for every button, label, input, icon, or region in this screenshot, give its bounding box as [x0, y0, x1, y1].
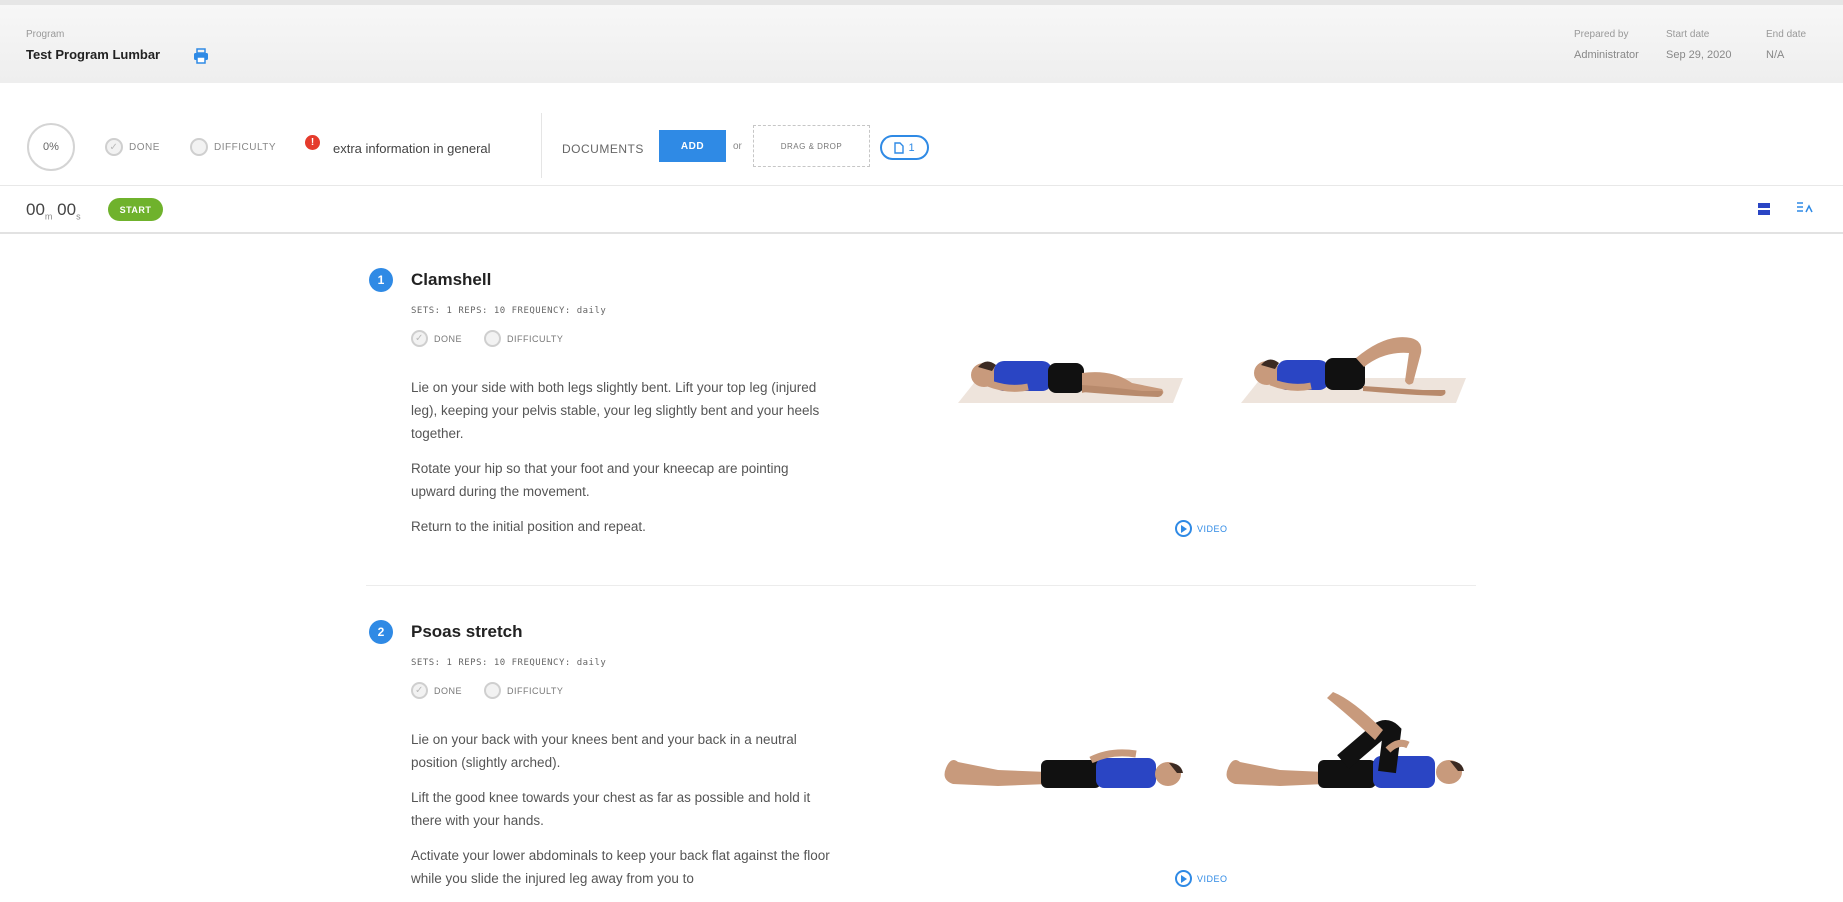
difficulty-icon [190, 138, 208, 156]
program-status-bar: 0% ✓ DONE DIFFICULTY ! extra information… [0, 83, 1843, 186]
exercise-illustration-start [944, 749, 1183, 788]
exercise-title: Clamshell [411, 270, 492, 289]
video-label: VIDEO [1197, 873, 1228, 884]
exercise-title: Psoas stretch [411, 622, 523, 641]
timer-minutes: 00 [26, 200, 45, 219]
done-label: DONE [434, 333, 463, 344]
timer-display: 00m 00s [26, 200, 81, 221]
grid-view-icon[interactable] [1795, 200, 1815, 216]
play-circle-icon [1175, 520, 1192, 537]
start-timer-button[interactable]: START [108, 198, 163, 221]
program-label: Program [26, 29, 65, 40]
difficulty-icon [484, 330, 502, 347]
play-circle-icon [1175, 870, 1192, 887]
timer-seconds-unit: s [76, 211, 81, 222]
add-document-button[interactable]: ADD [659, 130, 726, 162]
difficulty-label: DIFFICULTY [507, 333, 564, 344]
document-count: 1 [908, 141, 915, 154]
video-link[interactable]: VIDEO [1175, 870, 1228, 887]
end-date-label: End date [1766, 29, 1807, 40]
program-name: Test Program Lumbar [26, 47, 161, 62]
check-icon: ✓ [105, 138, 123, 156]
prepared-by-label: Prepared by [1574, 29, 1629, 40]
difficulty-icon [484, 682, 502, 699]
drag-drop-zone[interactable]: DRAG & DROP [753, 125, 870, 167]
exercise-done-toggle[interactable]: ✓ DONE [411, 682, 462, 699]
difficulty-label: DIFFICULTY [214, 141, 277, 153]
description-paragraph: Rotate your hip so that your foot and yo… [411, 461, 789, 499]
exercise-number: 2 [369, 620, 393, 644]
exercise-illustration-end [1241, 337, 1466, 403]
description-paragraph: Lift the good knee towards your chest as… [411, 790, 811, 828]
description-paragraph: Lie on your side with both legs slightly… [411, 380, 820, 441]
program-done-toggle[interactable]: ✓ DONE [105, 138, 160, 156]
exercise-checks: ✓ DONE DIFFICULTY [411, 682, 563, 699]
exercise-illustration-start [958, 361, 1183, 403]
documents-label: DOCUMENTS [562, 142, 644, 156]
start-date-value: Sep 29, 2020 [1666, 49, 1732, 61]
timer-bar: 00m 00s START [0, 186, 1843, 234]
exercise-separator [366, 585, 1476, 586]
document-count-badge[interactable]: 1 [880, 135, 929, 160]
exercise-description: Lie on your back with your knees bent an… [411, 728, 836, 902]
timer-seconds: 00 [57, 200, 77, 219]
end-date-value: N/A [1766, 49, 1785, 61]
exercise-done-toggle[interactable]: ✓ DONE [411, 330, 462, 347]
list-view-icon[interactable] [1757, 201, 1771, 217]
alert-icon: ! [305, 135, 320, 150]
exercise-meta: SETS: 1 REPS: 10 FREQUENCY: daily [411, 306, 607, 316]
prepared-by-value: Administrator [1574, 49, 1639, 61]
program-header: Program Test Program Lumbar Prepared by … [0, 0, 1843, 83]
exercise-difficulty-toggle[interactable]: DIFFICULTY [484, 330, 563, 347]
program-difficulty-toggle[interactable]: DIFFICULTY [190, 138, 276, 156]
description-paragraph: Lie on your back with your knees bent an… [411, 732, 797, 770]
divider [541, 113, 542, 178]
extra-info-text: extra information in general [333, 141, 491, 156]
check-icon: ✓ [411, 330, 428, 347]
exercise-number: 1 [369, 268, 393, 292]
exercise-description: Lie on your side with both legs slightly… [411, 376, 836, 550]
video-link[interactable]: VIDEO [1175, 520, 1228, 537]
done-label: DONE [129, 141, 160, 153]
exercise-meta: SETS: 1 REPS: 10 FREQUENCY: daily [411, 658, 607, 668]
or-text: or [733, 141, 742, 152]
exercise-difficulty-toggle[interactable]: DIFFICULTY [484, 682, 563, 699]
start-date-label: Start date [1666, 29, 1710, 40]
video-label: VIDEO [1197, 523, 1228, 534]
document-icon [894, 141, 905, 154]
description-paragraph: Activate your lower abdominals to keep y… [411, 848, 830, 886]
exercise-illustration-end [1226, 692, 1464, 788]
check-icon: ✓ [411, 682, 428, 699]
exercise-checks: ✓ DONE DIFFICULTY [411, 330, 563, 347]
printer-icon[interactable] [193, 48, 209, 64]
timer-minutes-unit: m [44, 211, 53, 222]
difficulty-label: DIFFICULTY [507, 685, 564, 696]
description-paragraph: Return to the initial position and repea… [411, 519, 646, 534]
done-label: DONE [434, 685, 463, 696]
progress-circle: 0% [27, 123, 75, 171]
